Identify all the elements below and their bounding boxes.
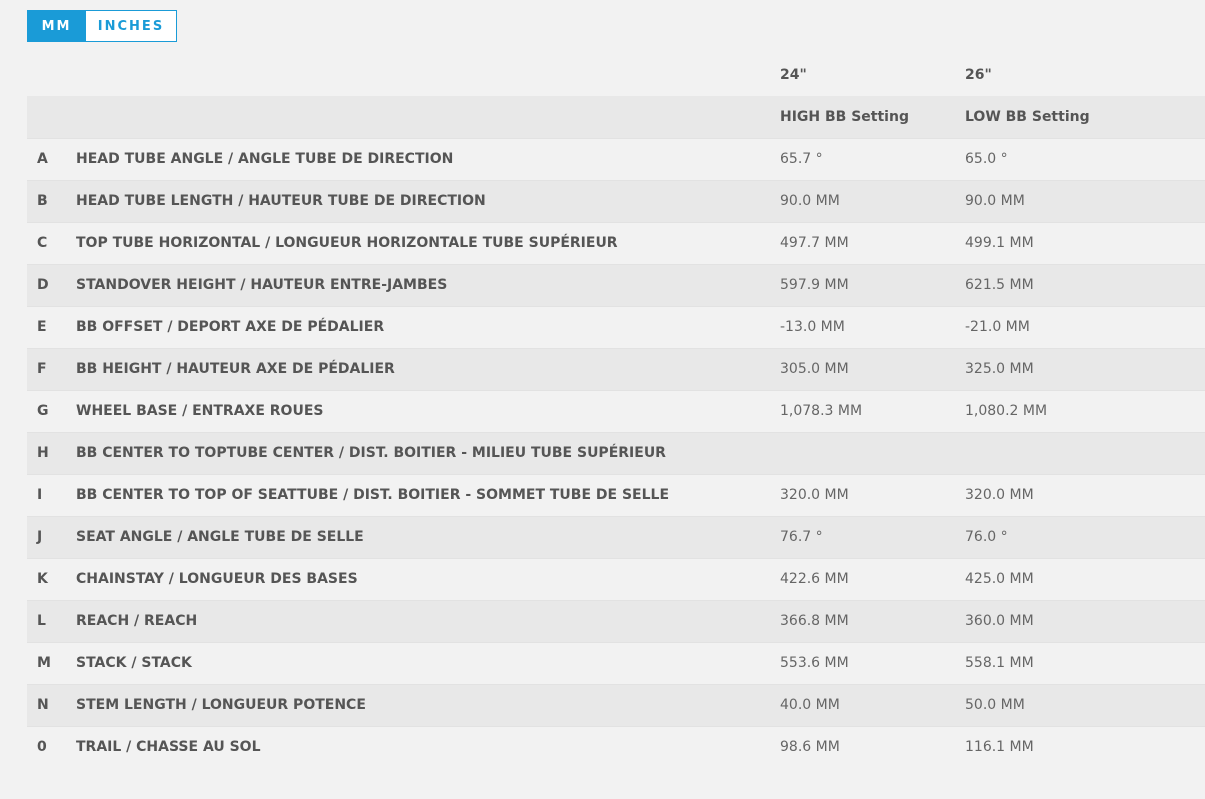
row-value-24: 90.0 MM bbox=[780, 179, 965, 222]
row-value-26: 499.1 MM bbox=[965, 221, 1205, 264]
row-label: STACK / STACK bbox=[76, 641, 780, 684]
row-value-26: 558.1 MM bbox=[965, 641, 1205, 684]
table-row: K CHAINSTAY / LONGUEUR DES BASES 422.6 MM 4… bbox=[27, 557, 1205, 600]
row-value-24: 320.0 MM bbox=[780, 473, 965, 516]
header-spacer bbox=[76, 54, 780, 96]
table-row: B HEAD TUBE LENGTH / HAUTEUR TUBE DE DIRE… bbox=[27, 179, 1205, 222]
row-value-26: 90.0 MM bbox=[965, 179, 1205, 222]
table-row: A HEAD TUBE ANGLE / ANGLE TUBE DE DIRECTI… bbox=[27, 137, 1205, 180]
header-spacer bbox=[76, 96, 780, 138]
row-value-24: 40.0 MM bbox=[780, 683, 965, 726]
size-24-header: 24" bbox=[780, 54, 965, 96]
row-value-26: 116.1 MM bbox=[965, 725, 1205, 768]
row-letter: F bbox=[27, 347, 76, 390]
row-letter: 0 bbox=[27, 725, 76, 768]
row-value-24: 1,078.3 MM bbox=[780, 389, 965, 432]
geometry-page: MM INCHES 24" 26" HIGH BB Setting LOW BB… bbox=[0, 0, 1205, 799]
row-label: BB CENTER TO TOP OF SEATTUBE / DIST. BOI… bbox=[76, 473, 780, 516]
row-value-26: 76.0 ° bbox=[965, 515, 1205, 558]
row-letter: I bbox=[27, 473, 76, 516]
row-value-26: 360.0 MM bbox=[965, 599, 1205, 642]
header-spacer bbox=[27, 96, 76, 138]
row-letter: C bbox=[27, 221, 76, 264]
row-letter: B bbox=[27, 179, 76, 222]
row-label: CHAINSTAY / LONGUEUR DES BASES bbox=[76, 557, 780, 600]
row-value-24: 422.6 MM bbox=[780, 557, 965, 600]
unit-toggle: MM INCHES bbox=[27, 10, 177, 42]
setting-header-row: HIGH BB Setting LOW BB Setting bbox=[27, 96, 1205, 138]
row-label: BB OFFSET / DEPORT AXE DE PÉDALIER bbox=[76, 305, 780, 348]
inches-unit-button[interactable]: INCHES bbox=[85, 11, 176, 41]
row-letter: M bbox=[27, 641, 76, 684]
row-value-26: -21.0 MM bbox=[965, 305, 1205, 348]
row-value-24: 98.6 MM bbox=[780, 725, 965, 768]
row-value-26: 425.0 MM bbox=[965, 557, 1205, 600]
row-label: STANDOVER HEIGHT / HAUTEUR ENTRE-JAMBES bbox=[76, 263, 780, 306]
low-bb-setting-header: LOW BB Setting bbox=[965, 96, 1205, 138]
row-letter: G bbox=[27, 389, 76, 432]
row-value-26: 320.0 MM bbox=[965, 473, 1205, 516]
row-letter: L bbox=[27, 599, 76, 642]
row-value-26: 65.0 ° bbox=[965, 137, 1205, 180]
row-value-24: 366.8 MM bbox=[780, 599, 965, 642]
row-label: SEAT ANGLE / ANGLE TUBE DE SELLE bbox=[76, 515, 780, 558]
row-letter: E bbox=[27, 305, 76, 348]
row-value-24: 305.0 MM bbox=[780, 347, 965, 390]
row-value-24: 553.6 MM bbox=[780, 641, 965, 684]
size-26-header: 26" bbox=[965, 54, 1205, 96]
row-label: STEM LENGTH / LONGUEUR POTENCE bbox=[76, 683, 780, 726]
row-value-24: 65.7 ° bbox=[780, 137, 965, 180]
table-row: J SEAT ANGLE / ANGLE TUBE DE SELLE 76.7 ° 7… bbox=[27, 515, 1205, 558]
table-row: H BB CENTER TO TOPTUBE CENTER / DIST. BOI… bbox=[27, 431, 1205, 474]
table-row: F BB HEIGHT / HAUTEUR AXE DE PÉDALIER 305.… bbox=[27, 347, 1205, 390]
high-bb-setting-header: HIGH BB Setting bbox=[780, 96, 965, 138]
row-value-26: 621.5 MM bbox=[965, 263, 1205, 306]
table-row: G WHEEL BASE / ENTRAXE ROUES 1,078.3 MM 1,0… bbox=[27, 389, 1205, 432]
row-label: WHEEL BASE / ENTRAXE ROUES bbox=[76, 389, 780, 432]
row-value-26: 50.0 MM bbox=[965, 683, 1205, 726]
row-letter: K bbox=[27, 557, 76, 600]
row-value-24 bbox=[780, 431, 965, 474]
row-label: BB HEIGHT / HAUTEUR AXE DE PÉDALIER bbox=[76, 347, 780, 390]
row-value-26 bbox=[965, 431, 1205, 474]
row-label: BB CENTER TO TOPTUBE CENTER / DIST. BOIT… bbox=[76, 431, 780, 474]
row-letter: D bbox=[27, 263, 76, 306]
row-label: HEAD TUBE ANGLE / ANGLE TUBE DE DIRECTIO… bbox=[76, 137, 780, 180]
row-letter: N bbox=[27, 683, 76, 726]
table-row: M STACK / STACK 553.6 MM 558.1 MM bbox=[27, 641, 1205, 684]
row-letter: A bbox=[27, 137, 76, 180]
table-row: E BB OFFSET / DEPORT AXE DE PÉDALIER -13.0… bbox=[27, 305, 1205, 348]
table-row: L REACH / REACH 366.8 MM 360.0 MM bbox=[27, 599, 1205, 642]
table-row: N STEM LENGTH / LONGUEUR POTENCE 40.0 MM 50… bbox=[27, 683, 1205, 726]
row-letter: H bbox=[27, 431, 76, 474]
table-row: C TOP TUBE HORIZONTAL / LONGUEUR HORIZONT… bbox=[27, 221, 1205, 264]
row-letter: J bbox=[27, 515, 76, 558]
row-label: REACH / REACH bbox=[76, 599, 780, 642]
row-value-26: 1,080.2 MM bbox=[965, 389, 1205, 432]
size-header-row: 24" 26" bbox=[27, 54, 1205, 96]
row-label: HEAD TUBE LENGTH / HAUTEUR TUBE DE DIREC… bbox=[76, 179, 780, 222]
row-value-24: 597.9 MM bbox=[780, 263, 965, 306]
row-value-24: -13.0 MM bbox=[780, 305, 965, 348]
row-value-26: 325.0 MM bbox=[965, 347, 1205, 390]
row-label: TRAIL / CHASSE AU SOL bbox=[76, 725, 780, 768]
header-spacer bbox=[27, 54, 76, 96]
row-value-24: 497.7 MM bbox=[780, 221, 965, 264]
table-row: 0 TRAIL / CHASSE AU SOL 98.6 MM 116.1 MM bbox=[27, 725, 1205, 768]
row-value-24: 76.7 ° bbox=[780, 515, 965, 558]
table-row: I BB CENTER TO TOP OF SEATTUBE / DIST. BO… bbox=[27, 473, 1205, 516]
geometry-table: 24" 26" HIGH BB Setting LOW BB Setting A… bbox=[27, 54, 1205, 768]
table-row: D STANDOVER HEIGHT / HAUTEUR ENTRE-JAMBES… bbox=[27, 263, 1205, 306]
row-label: TOP TUBE HORIZONTAL / LONGUEUR HORIZONTA… bbox=[76, 221, 780, 264]
mm-unit-button[interactable]: MM bbox=[28, 11, 85, 41]
